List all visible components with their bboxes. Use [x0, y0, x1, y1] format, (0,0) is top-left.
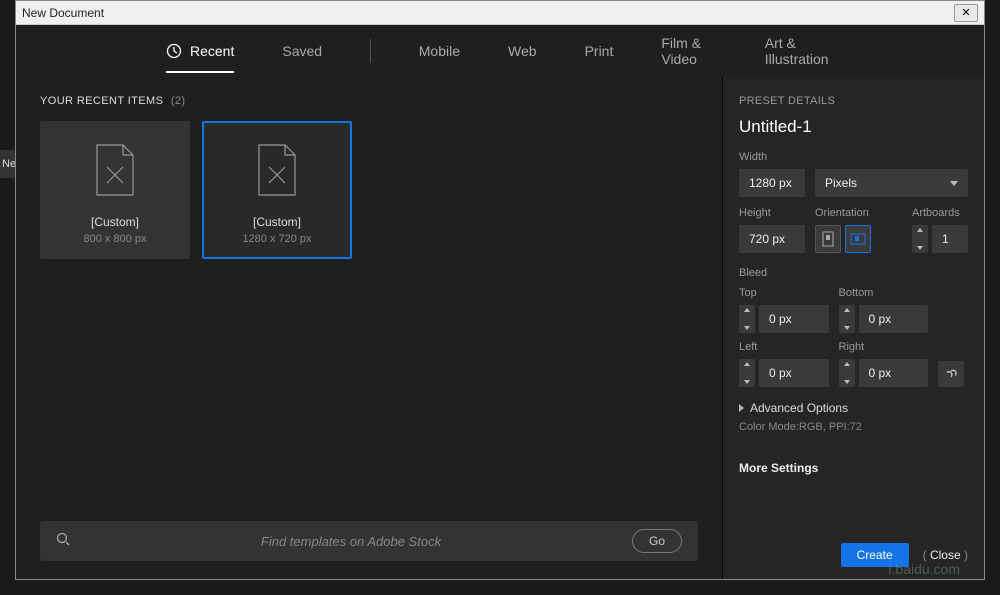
bleed-right-stepper[interactable]	[839, 359, 855, 387]
tab-art-illustration[interactable]: Art & Illustration	[765, 35, 834, 67]
gallery-count: (2)	[171, 95, 186, 107]
orientation-landscape-button[interactable]	[845, 225, 871, 253]
color-mode-summary: Color Mode:RGB, PPI:72	[739, 421, 968, 433]
preset-card-label: [Custom]	[91, 215, 139, 229]
preset-card-dimensions: 800 x 800 px	[84, 233, 147, 245]
window-close-button[interactable]: ✕	[954, 4, 978, 22]
gallery-header-text: YOUR RECENT ITEMS	[40, 95, 163, 107]
tab-divider	[370, 39, 371, 63]
bleed-left-stepper[interactable]	[739, 359, 755, 387]
bleed-bottom-stepper[interactable]	[839, 305, 855, 333]
artboards-label: Artboards	[912, 207, 968, 219]
tab-mobile[interactable]: Mobile	[419, 43, 460, 59]
document-icon	[93, 143, 137, 197]
bleed-top-input[interactable]: 0 px	[759, 305, 829, 333]
bleed-bottom-label: Bottom	[839, 287, 929, 299]
orientation-label: Orientation	[815, 207, 871, 219]
tab-recent-label: Recent	[190, 43, 234, 59]
search-input[interactable]	[82, 534, 620, 549]
panel-heading: PRESET DETAILS	[739, 95, 968, 107]
bleed-label: Bleed	[739, 267, 968, 279]
preset-details-panel: PRESET DETAILS Untitled-1 Width 1280 px …	[722, 77, 984, 579]
link-bleed-icon[interactable]	[938, 361, 964, 387]
create-button[interactable]: Create	[841, 543, 909, 567]
height-label: Height	[739, 207, 805, 219]
tab-web[interactable]: Web	[508, 43, 537, 59]
category-tabs: Recent Saved Mobile Web Print Film & Vid…	[16, 25, 984, 77]
artboards-input[interactable]: 1	[932, 225, 968, 253]
chevron-right-icon	[739, 404, 744, 412]
width-input[interactable]: 1280 px	[739, 169, 805, 197]
bleed-left-label: Left	[739, 341, 829, 353]
recent-icon	[166, 43, 182, 59]
tab-saved[interactable]: Saved	[282, 43, 322, 59]
close-button[interactable]: Close	[923, 548, 968, 562]
window-title: New Document	[22, 6, 104, 20]
bleed-right-input[interactable]: 0 px	[859, 359, 929, 387]
window-titlebar: New Document ✕	[16, 1, 984, 25]
template-search-bar: Go	[40, 521, 698, 561]
tab-recent[interactable]: Recent	[166, 43, 234, 59]
preset-card[interactable]: [Custom] 1280 x 720 px	[202, 121, 352, 259]
new-document-window: New Document ✕ Recent Saved Mobile Web P…	[15, 0, 985, 580]
bleed-bottom-input[interactable]: 0 px	[859, 305, 929, 333]
tab-film-video[interactable]: Film & Video	[661, 35, 716, 67]
height-input[interactable]: 720 px	[739, 225, 805, 253]
tab-print[interactable]: Print	[585, 43, 614, 59]
gallery-header: YOUR RECENT ITEMS (2)	[40, 95, 698, 107]
width-label: Width	[739, 151, 968, 163]
document-name-field[interactable]: Untitled-1	[739, 117, 968, 137]
orientation-portrait-button[interactable]	[815, 225, 841, 253]
go-button[interactable]: Go	[632, 529, 682, 553]
bleed-top-stepper[interactable]	[739, 305, 755, 333]
more-settings-button[interactable]: More Settings	[739, 461, 968, 475]
units-value: Pixels	[825, 176, 857, 190]
chevron-down-icon	[950, 181, 958, 186]
bleed-right-label: Right	[839, 341, 929, 353]
advanced-options-label: Advanced Options	[750, 401, 848, 415]
search-icon	[56, 532, 70, 551]
document-icon	[255, 143, 299, 197]
bleed-top-label: Top	[739, 287, 829, 299]
preset-card[interactable]: [Custom] 800 x 800 px	[40, 121, 190, 259]
preset-gallery: YOUR RECENT ITEMS (2) [Custom] 800 x 800…	[16, 77, 722, 579]
preset-card-label: [Custom]	[253, 215, 301, 229]
units-select[interactable]: Pixels	[815, 169, 968, 197]
preset-card-dimensions: 1280 x 720 px	[242, 233, 311, 245]
advanced-options-toggle[interactable]: Advanced Options	[739, 401, 968, 415]
bleed-left-input[interactable]: 0 px	[759, 359, 829, 387]
artboards-stepper[interactable]	[912, 225, 928, 253]
